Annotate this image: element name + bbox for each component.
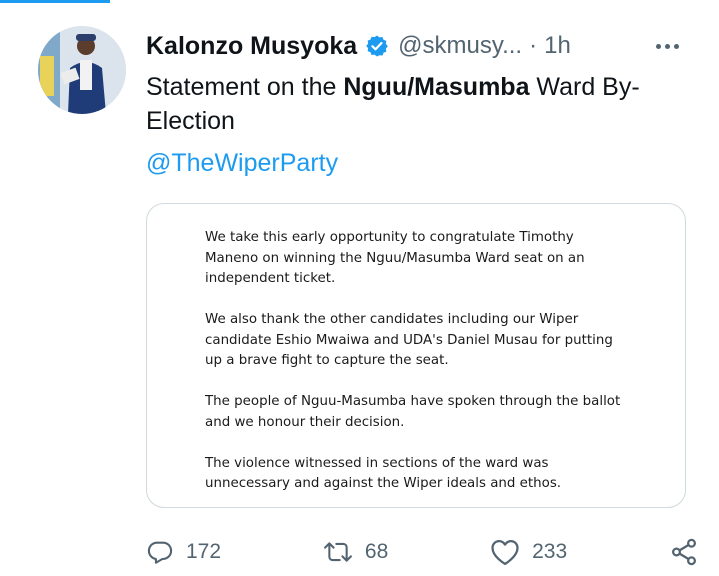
avatar[interactable] — [38, 26, 126, 114]
separator-dot: · — [529, 32, 538, 59]
author-name[interactable]: Kalonzo Musyoka — [146, 32, 357, 61]
statement-paragraph: The people of Nguu-Masumba have spoken t… — [205, 394, 621, 430]
statement-paragraph: The violence witnessed in sections of th… — [205, 455, 562, 492]
retweet-button[interactable]: 68 — [323, 538, 388, 566]
share-icon — [669, 537, 699, 567]
more-dots-icon[interactable] — [647, 28, 687, 64]
tweet-text-prefix: Statement on the — [146, 73, 344, 101]
statement-paragraph: We take this early opportunity to congra… — [205, 230, 585, 286]
heart-icon — [490, 538, 520, 566]
timestamp[interactable]: 1h — [544, 32, 571, 60]
tweet-text: Statement on the Nguu/Masumba Ward By-El… — [146, 70, 686, 138]
statement-image[interactable]: We take this early opportunity to congra… — [146, 203, 686, 508]
retweet-icon — [323, 538, 353, 566]
retweet-count: 68 — [364, 540, 389, 563]
statement-text: We take this early opportunity to congra… — [205, 228, 625, 507]
reply-icon — [146, 538, 174, 566]
reply-button[interactable]: 172 — [146, 538, 221, 566]
verified-badge-icon — [365, 34, 389, 58]
mention-link[interactable]: @TheWiperParty — [146, 146, 338, 180]
like-button[interactable]: 233 — [490, 538, 567, 566]
tweet-header: Kalonzo Musyoka @skmusy... · 1h — [146, 28, 699, 64]
reply-count: 172 — [186, 540, 222, 563]
action-bar: 172 68 233 — [146, 532, 699, 572]
tweet-text-bold: Nguu/Masumba — [343, 73, 530, 101]
like-count: 233 — [532, 540, 568, 563]
statement-paragraph: We also thank the other candidates inclu… — [205, 312, 613, 368]
active-tab-indicator — [0, 0, 110, 3]
share-button[interactable] — [669, 537, 699, 567]
author-handle[interactable]: @skmusy... — [398, 32, 522, 60]
